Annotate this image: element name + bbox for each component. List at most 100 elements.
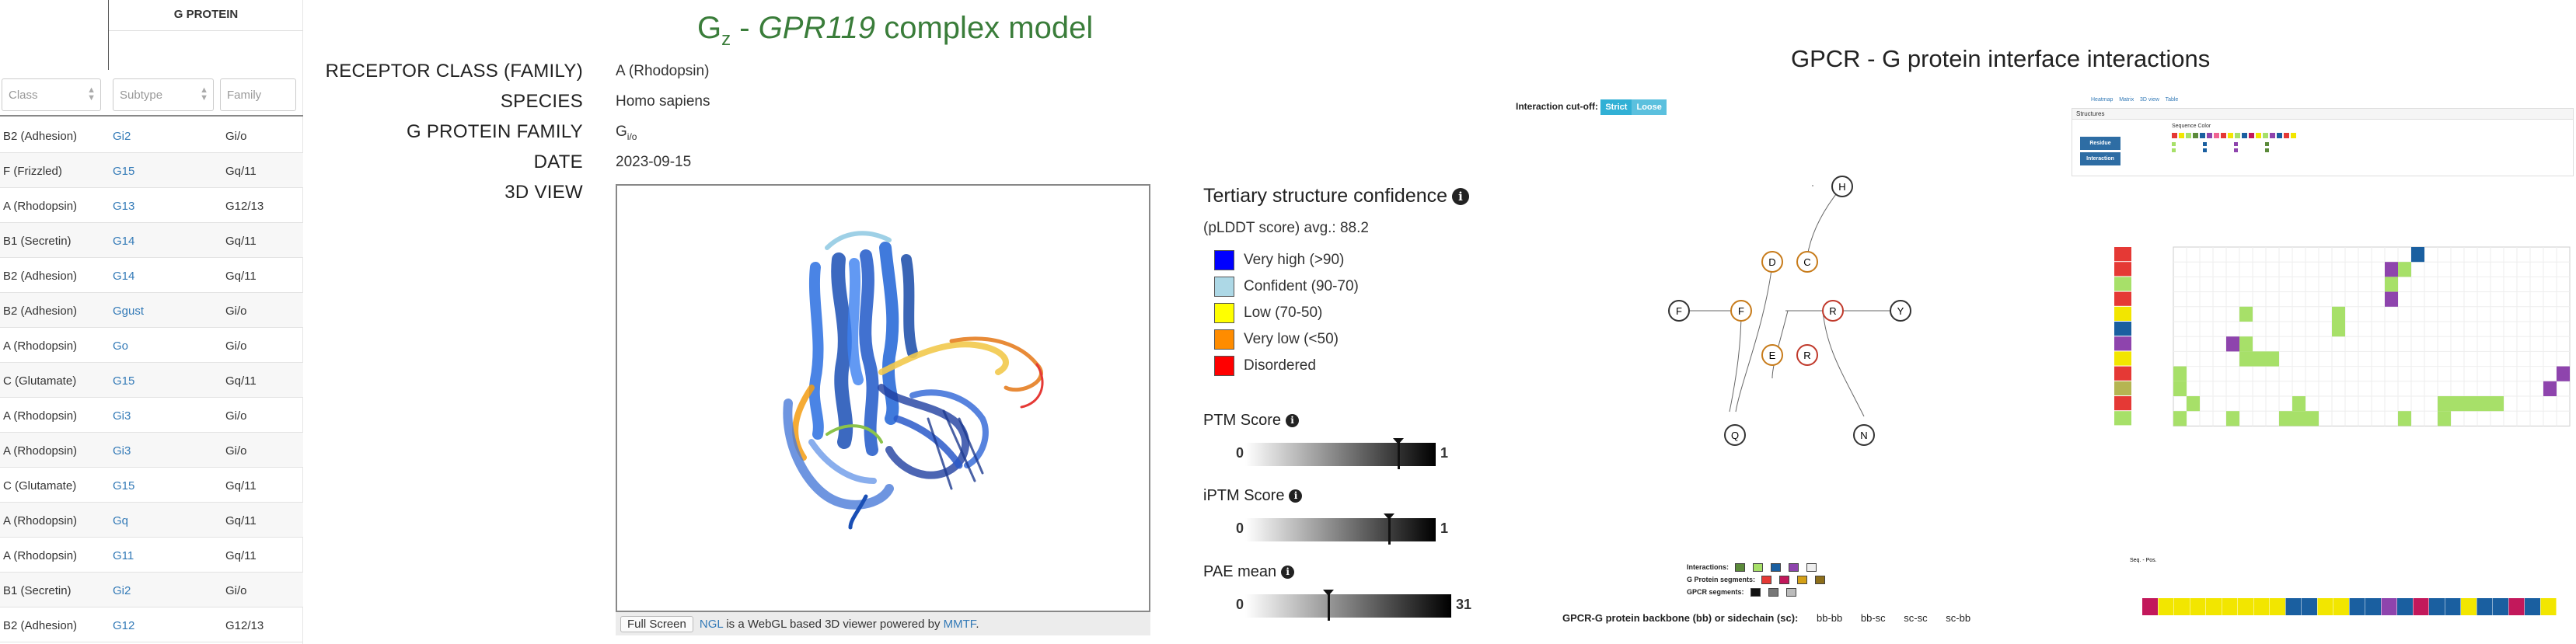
info-icon[interactable]: i [1289, 489, 1303, 503]
bb-bb-option[interactable]: bb-bb [1817, 612, 1842, 624]
confidence-legend-label: Disordered [1244, 357, 1316, 374]
table-row: C (Glutamate) G15 Gq/11 [0, 363, 303, 398]
class-cell: C (Glutamate) [3, 479, 77, 493]
class-cell: B1 (Secretin) [3, 235, 72, 248]
receptor-class-value: A (Rhodopsin) [616, 63, 710, 79]
score-gradient-bar [1245, 518, 1436, 541]
heatmap-cell [2411, 247, 2424, 263]
structures-panel: Structures Sequence Color Residue Intera… [2072, 108, 2574, 176]
family-cell: Gq/11 [225, 165, 257, 178]
table-row: A (Rhodopsin) G13 G12/13 [0, 188, 303, 223]
svg-text:C: C [1803, 256, 1810, 268]
confidence-legend-item: Confident (90-70) [1214, 277, 1359, 300]
subtype-link[interactable]: Gi3 [113, 444, 131, 458]
residue-col-color [2206, 598, 2222, 615]
receptor-class-label: RECEPTOR CLASS (FAMILY) [325, 61, 583, 82]
table-row: B2 (Adhesion) G14 Gq/11 [0, 258, 303, 293]
structures-header: Structures [2072, 109, 2573, 120]
confidence-swatch [1214, 303, 1234, 323]
tab-heatmap[interactable]: Heatmap [2091, 97, 2113, 103]
info-icon[interactable]: i [1286, 414, 1300, 428]
flare-node-F-outer[interactable]: F [1668, 300, 1690, 322]
subtype-link[interactable]: G15 [113, 479, 134, 493]
strict-button[interactable]: Strict [1600, 99, 1632, 115]
score-marker[interactable] [1323, 590, 1334, 621]
fullscreen-button[interactable]: Full Screen [620, 616, 693, 632]
table-row: A (Rhodopsin) Gq Gq/11 [0, 503, 303, 538]
sc-bb-option[interactable]: sc-bb [1946, 612, 1970, 624]
subtype-link[interactable]: Gi2 [113, 584, 131, 597]
heatmap-cell [2398, 262, 2411, 277]
sequence-swatch [2256, 133, 2261, 138]
sc-sc-option[interactable]: sc-sc [1904, 612, 1927, 624]
subtype-link[interactable]: G12 [113, 619, 134, 632]
class-cell: B2 (Adhesion) [3, 619, 78, 632]
heatmap-cell [2438, 396, 2451, 412]
class-cell: F (Frizzled) [3, 165, 62, 178]
date-value: 2023-09-15 [616, 154, 692, 170]
info-icon[interactable]: i [1281, 566, 1295, 580]
flare-node-H[interactable]: H [1831, 176, 1853, 197]
subtype-link[interactable]: G15 [113, 165, 134, 178]
flare-node-R-lower[interactable]: R [1796, 344, 1818, 366]
3d-view-label: 3D VIEW [504, 182, 583, 203]
score-marker[interactable] [1383, 513, 1394, 545]
table-row: C (Glutamate) G15 Gq/11 [0, 468, 303, 503]
flare-node-N[interactable]: N [1853, 424, 1875, 446]
subtype-link[interactable]: G13 [113, 200, 134, 213]
flare-node-F-inner[interactable]: F [1730, 300, 1752, 322]
heatmap-cell [2543, 381, 2557, 396]
subtype-link[interactable]: G11 [113, 549, 134, 562]
heatmap-cell [2226, 411, 2239, 426]
flare-node-Y[interactable]: Y [1890, 300, 1911, 322]
info-icon[interactable]: i [1452, 188, 1470, 206]
class-cell: A (Rhodopsin) [3, 409, 78, 423]
subtype-link[interactable]: Ggust [113, 305, 144, 318]
subtype-link[interactable]: Gq [113, 514, 128, 527]
flare-node-E[interactable]: E [1761, 344, 1783, 366]
sequence-swatch [2179, 133, 2184, 138]
tab-matrix[interactable]: Matrix [2119, 97, 2134, 103]
residue-col-color [2174, 598, 2190, 615]
heatmap-cell [2292, 396, 2305, 412]
class-filter-input[interactable]: Class ▲ ▼ [2, 78, 101, 111]
family-cell: Gq/11 [225, 270, 257, 283]
loose-button[interactable]: Loose [1632, 99, 1667, 115]
legend-swatch [2172, 148, 2176, 152]
subtype-link[interactable]: Go [113, 339, 128, 353]
sort-icon[interactable]: ▲ ▼ [87, 86, 96, 103]
table-row: B1 (Secretin) Gi2 Gi/o [0, 573, 303, 607]
interaction-button[interactable]: Interaction [2080, 152, 2120, 165]
subtype-link[interactable]: Gi2 [113, 130, 131, 143]
heatmap-cell [2173, 381, 2187, 396]
residue-button[interactable]: Residue [2080, 137, 2120, 150]
gprotein-segments-legend: G Protein segments: [1687, 576, 1827, 585]
subtype-link[interactable]: G14 [113, 235, 134, 248]
sort-icon[interactable]: ▲ ▼ [200, 86, 208, 103]
gpcr-segments-legend: GPCR segments: [1687, 588, 1827, 597]
sequence-swatch [2263, 133, 2268, 138]
bb-sc-option[interactable]: bb-sc [1861, 612, 1886, 624]
flare-node-C[interactable]: C [1796, 251, 1818, 273]
residue-col-color [2508, 598, 2525, 615]
flare-node-D[interactable]: D [1761, 251, 1783, 273]
svg-text:Y: Y [1897, 305, 1904, 317]
flare-node-R-right[interactable]: R [1822, 300, 1844, 322]
subtype-link[interactable]: Gi3 [113, 409, 131, 423]
score-title: iPTM Score i [1203, 487, 1303, 505]
confidence-swatch [1214, 250, 1234, 270]
mmtf-link[interactable]: MMTF [944, 618, 976, 631]
residue-col-color [2270, 598, 2285, 615]
flare-node-Q[interactable]: Q [1724, 424, 1746, 446]
tab-table[interactable]: Table [2166, 97, 2179, 103]
tab-3d-view[interactable]: 3D view [2140, 97, 2159, 103]
subtype-link[interactable]: G14 [113, 270, 134, 283]
plddt-average: (pLDDT score) avg.: 88.2 [1203, 220, 1369, 236]
family-filter-input[interactable]: Family [220, 78, 296, 111]
heatmap-cell [2292, 411, 2305, 426]
ngl-link[interactable]: NGL [700, 618, 723, 631]
subtype-filter-input[interactable]: Subtype ▲ ▼ [113, 78, 214, 111]
subtype-link[interactable]: G15 [113, 374, 134, 388]
score-marker[interactable] [1393, 438, 1404, 469]
3d-structure-viewer[interactable] [616, 184, 1150, 612]
